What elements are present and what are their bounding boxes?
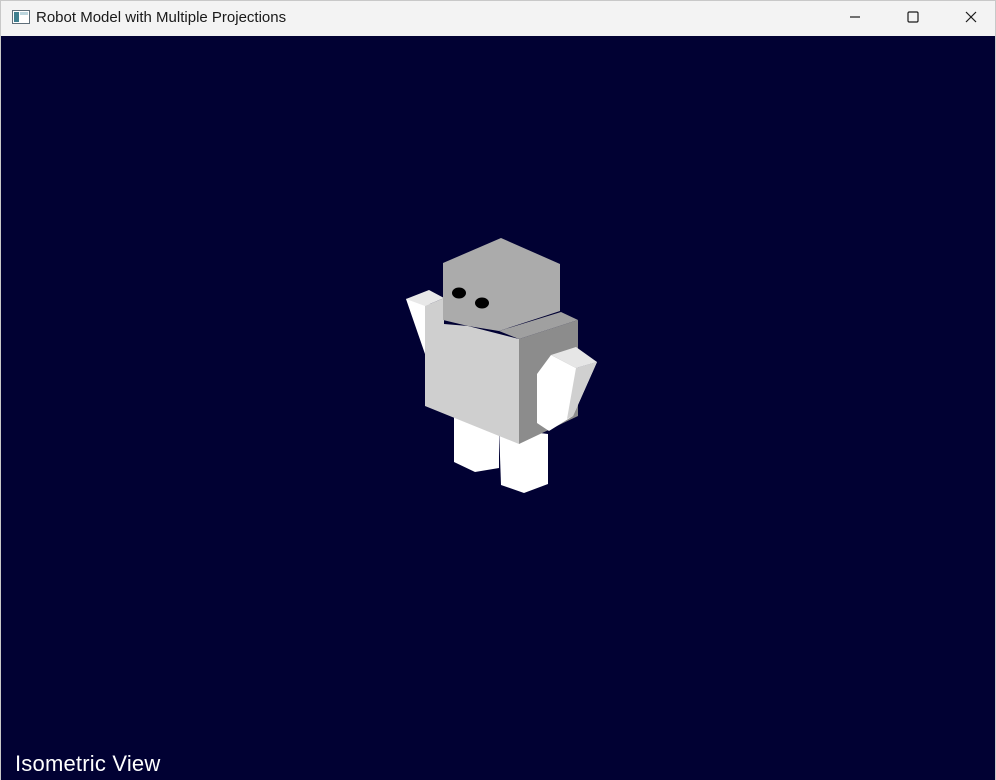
- minimize-button[interactable]: [826, 1, 884, 36]
- robot-right-eye: [475, 297, 489, 309]
- close-button[interactable]: [942, 1, 996, 36]
- window-title: Robot Model with Multiple Projections: [36, 9, 287, 26]
- title-bar[interactable]: Robot Model with Multiple Projections: [1, 1, 995, 36]
- maximize-button[interactable]: [884, 1, 942, 36]
- app-window: Robot Model with Multiple Projections Is…: [0, 0, 996, 780]
- minimize-icon: [849, 10, 861, 28]
- render-viewport[interactable]: Isometric View: [1, 36, 995, 780]
- maximize-icon: [907, 10, 919, 28]
- robot-left-eye: [452, 287, 466, 299]
- close-icon: [965, 10, 977, 28]
- app-window-icon: [12, 10, 30, 24]
- robot-scene: [406, 238, 597, 493]
- view-mode-label: Isometric View: [15, 751, 161, 776]
- robot-model: [406, 238, 597, 493]
- robot-head: [443, 238, 560, 331]
